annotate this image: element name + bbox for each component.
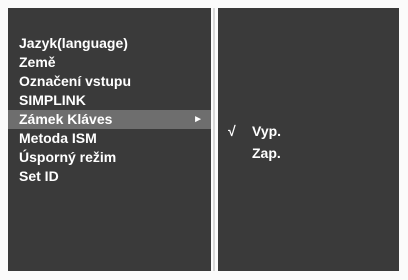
menu-item-label: Úsporný režim: [19, 149, 117, 165]
option-label: Zap.: [252, 145, 281, 161]
submenu-arrow-icon: ►: [193, 114, 203, 125]
main-menu-list: Jazyk(language) Země Označení vstupu SIM…: [8, 34, 211, 186]
menu-item-simplink[interactable]: SIMPLINK: [8, 91, 211, 110]
menu-item-set-id[interactable]: Set ID: [8, 167, 211, 186]
menu-item-label: Jazyk(language): [19, 35, 128, 51]
check-icon: √: [228, 123, 236, 139]
menu-item-oznaceni-vstupu[interactable]: Označení vstupu: [8, 72, 211, 91]
menu-item-usporny-rezim[interactable]: Úsporný režim: [8, 148, 211, 167]
menu-item-label: Země: [19, 54, 56, 70]
menu-item-zamek-klaves[interactable]: Zámek Kláves ►: [8, 110, 211, 129]
menu-item-label: Označení vstupu: [19, 73, 132, 89]
option-label: Vyp.: [252, 123, 282, 139]
submenu-options-list: √ Vyp. Zap.: [218, 120, 399, 164]
option-zap[interactable]: Zap.: [218, 142, 399, 164]
menu-item-label: Set ID: [19, 168, 59, 184]
panel-divider: [213, 8, 215, 271]
menu-item-jazyk[interactable]: Jazyk(language): [8, 34, 211, 53]
submenu-panel: √ Vyp. Zap.: [218, 8, 399, 271]
menu-item-zeme[interactable]: Země: [8, 53, 211, 72]
menu-item-metoda-ism[interactable]: Metoda ISM: [8, 129, 211, 148]
option-vyp[interactable]: √ Vyp.: [218, 120, 399, 142]
menu-item-label: Metoda ISM: [19, 130, 97, 146]
osd-menu: Jazyk(language) Země Označení vstupu SIM…: [0, 0, 408, 280]
main-menu-panel: Jazyk(language) Země Označení vstupu SIM…: [8, 8, 211, 271]
menu-item-label: Zámek Kláves: [19, 111, 113, 127]
menu-item-label: SIMPLINK: [19, 92, 86, 108]
